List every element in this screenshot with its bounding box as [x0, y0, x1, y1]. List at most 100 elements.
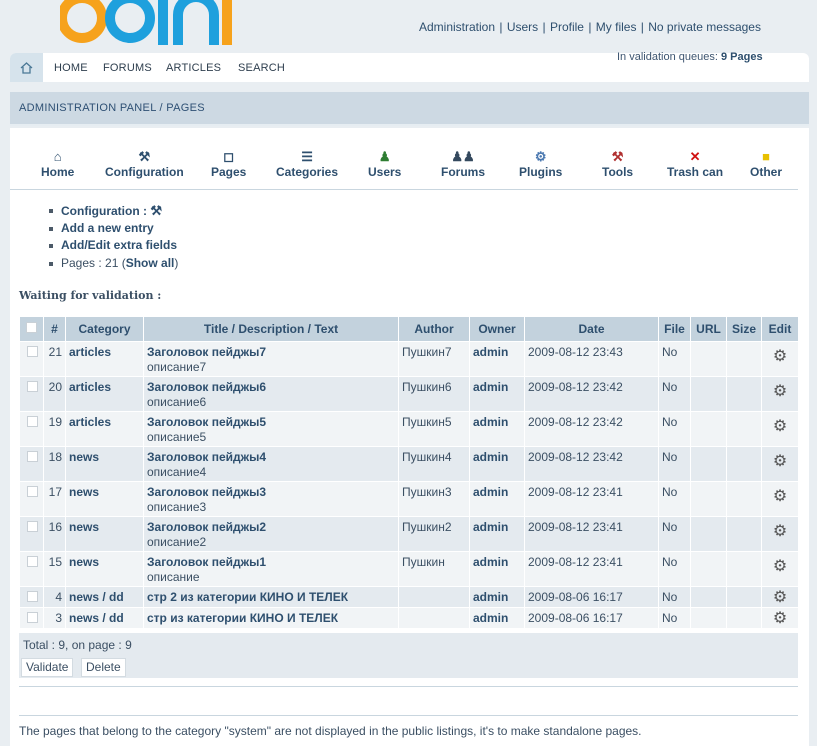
- row-title-link[interactable]: Заголовок пейджы4: [147, 450, 266, 464]
- gear-icon[interactable]: ⚙: [765, 454, 795, 470]
- row-size: [726, 376, 762, 412]
- configuration-link[interactable]: Configuration :: [61, 204, 147, 218]
- iconbar-forums[interactable]: ♟♟ Forums: [441, 148, 485, 179]
- divider: [19, 686, 798, 687]
- gear-icon[interactable]: ⚙: [765, 590, 795, 606]
- gear-icon[interactable]: ⚙: [765, 611, 795, 627]
- row-url: [690, 516, 727, 552]
- row-url: [690, 551, 727, 587]
- row-title-cell: Заголовок пейджы5 описание5: [143, 411, 399, 447]
- gear-icon[interactable]: ⚙: [765, 384, 795, 400]
- iconbar-users[interactable]: ♟ Users: [368, 148, 401, 179]
- row-category-link[interactable]: news / dd: [69, 590, 124, 604]
- row-size: [726, 341, 762, 377]
- row-title-link[interactable]: Заголовок пейджы5: [147, 415, 266, 429]
- row-date: 2009-08-06 16:17: [524, 586, 659, 608]
- row-category-link[interactable]: articles: [69, 345, 111, 359]
- row-owner-link[interactable]: admin: [473, 590, 508, 604]
- row-owner-cell: admin: [469, 516, 525, 552]
- gear-icon[interactable]: ⚙: [765, 524, 795, 540]
- row-checkbox[interactable]: [27, 591, 38, 602]
- row-file: No: [658, 376, 691, 412]
- row-title-link[interactable]: Заголовок пейджы3: [147, 485, 266, 499]
- row-size: [726, 551, 762, 587]
- row-title-link[interactable]: Заголовок пейджы7: [147, 345, 266, 359]
- my-files-link[interactable]: My files: [596, 20, 637, 34]
- row-category-link[interactable]: news: [69, 485, 99, 499]
- row-owner-link[interactable]: admin: [473, 520, 508, 534]
- tree-icon: ☰: [301, 149, 313, 164]
- nav-forums[interactable]: FORUMS: [103, 62, 152, 74]
- profile-link[interactable]: Profile: [550, 20, 584, 34]
- row-file: No: [658, 551, 691, 587]
- iconbar-configuration[interactable]: ⚒ Configuration: [105, 148, 184, 179]
- row-checkbox[interactable]: [27, 346, 38, 357]
- iconbar-tools[interactable]: ⚒ Tools: [602, 148, 633, 179]
- row-checkbox[interactable]: [27, 612, 38, 623]
- gear-icon[interactable]: ⚙: [765, 489, 795, 505]
- administration-link[interactable]: Administration: [419, 20, 495, 34]
- row-owner-link[interactable]: admin: [473, 485, 508, 499]
- row-category-link[interactable]: news / dd: [69, 611, 124, 625]
- select-all-checkbox[interactable]: [26, 322, 37, 333]
- delete-button[interactable]: Delete: [81, 658, 126, 677]
- row-select-cell: [19, 607, 44, 629]
- row-category-link[interactable]: articles: [69, 380, 111, 394]
- show-all-link[interactable]: Show all: [126, 256, 175, 270]
- gear-icon[interactable]: ⚙: [765, 419, 795, 435]
- iconbar-plugins[interactable]: ⚙ Plugins: [519, 148, 562, 179]
- nav-articles[interactable]: ARTICLES: [166, 62, 221, 74]
- hammer-icon[interactable]: ⚒: [150, 203, 162, 218]
- gear-icon[interactable]: ⚙: [765, 349, 795, 365]
- nav-search[interactable]: SEARCH: [238, 62, 285, 74]
- table-row: 17 news Заголовок пейджы3 описание3 Пушкин3 a…: [19, 481, 799, 517]
- row-category-link[interactable]: news: [69, 450, 99, 464]
- private-messages-link[interactable]: No private messages: [648, 20, 761, 34]
- table-header-row: # Category Title / Description / Text Au…: [19, 316, 799, 342]
- gear-icon[interactable]: ⚙: [765, 559, 795, 575]
- row-checkbox[interactable]: [27, 451, 38, 462]
- row-category-link[interactable]: articles: [69, 415, 111, 429]
- nav-home-button[interactable]: [10, 53, 43, 82]
- row-owner-link[interactable]: admin: [473, 415, 508, 429]
- iconbar-trash-can[interactable]: ✕ Trash can: [667, 148, 723, 179]
- row-title-link[interactable]: Заголовок пейджы1: [147, 555, 266, 569]
- iconbar-pages[interactable]: ◻ Pages: [211, 148, 246, 179]
- row-category-link[interactable]: news: [69, 520, 99, 534]
- nav-home[interactable]: HOME: [54, 62, 88, 74]
- row-owner-link[interactable]: admin: [473, 345, 508, 359]
- extra-fields-link[interactable]: Add/Edit extra fields: [61, 238, 177, 252]
- row-category-link[interactable]: news: [69, 555, 99, 569]
- row-checkbox[interactable]: [27, 381, 38, 392]
- row-owner-link[interactable]: admin: [473, 555, 508, 569]
- col-header: Category: [65, 316, 144, 342]
- row-checkbox[interactable]: [27, 416, 38, 427]
- row-date: 2009-08-06 16:17: [524, 607, 659, 629]
- row-author: Пушкин7: [398, 341, 470, 377]
- row-title-link[interactable]: стр 2 из категории КИНО И ТЕЛЕК: [147, 590, 348, 604]
- add-entry-link[interactable]: Add a new entry: [61, 221, 154, 235]
- iconbar-other[interactable]: ■ Other: [750, 148, 782, 179]
- row-category-cell: news: [65, 551, 144, 587]
- cotonti-logo[interactable]: [60, 0, 240, 48]
- row-url: [690, 411, 727, 447]
- iconbar-categories[interactable]: ☰ Categories: [276, 148, 338, 179]
- row-checkbox[interactable]: [27, 556, 38, 567]
- iconbar-home[interactable]: ⌂ Home: [41, 148, 74, 179]
- row-owner-link[interactable]: admin: [473, 611, 508, 625]
- row-title-link[interactable]: Заголовок пейджы2: [147, 520, 266, 534]
- col-header: File: [658, 316, 691, 342]
- validate-button[interactable]: Validate: [21, 658, 74, 677]
- row-checkbox[interactable]: [27, 486, 38, 497]
- row-checkbox[interactable]: [27, 521, 38, 532]
- row-owner-link[interactable]: admin: [473, 380, 508, 394]
- row-title-link[interactable]: стр из категории КИНО И ТЕЛЕК: [147, 611, 338, 625]
- users-link[interactable]: Users: [507, 20, 538, 34]
- row-edit-cell: ⚙: [761, 516, 799, 552]
- row-title-link[interactable]: Заголовок пейджы6: [147, 380, 266, 394]
- row-owner-link[interactable]: admin: [473, 450, 508, 464]
- queue-value-link[interactable]: 9 Pages: [721, 51, 763, 63]
- row-category-cell: articles: [65, 341, 144, 377]
- col-header: Edit: [761, 316, 799, 342]
- waiting-validation-heading: Waiting for validation :: [19, 289, 162, 302]
